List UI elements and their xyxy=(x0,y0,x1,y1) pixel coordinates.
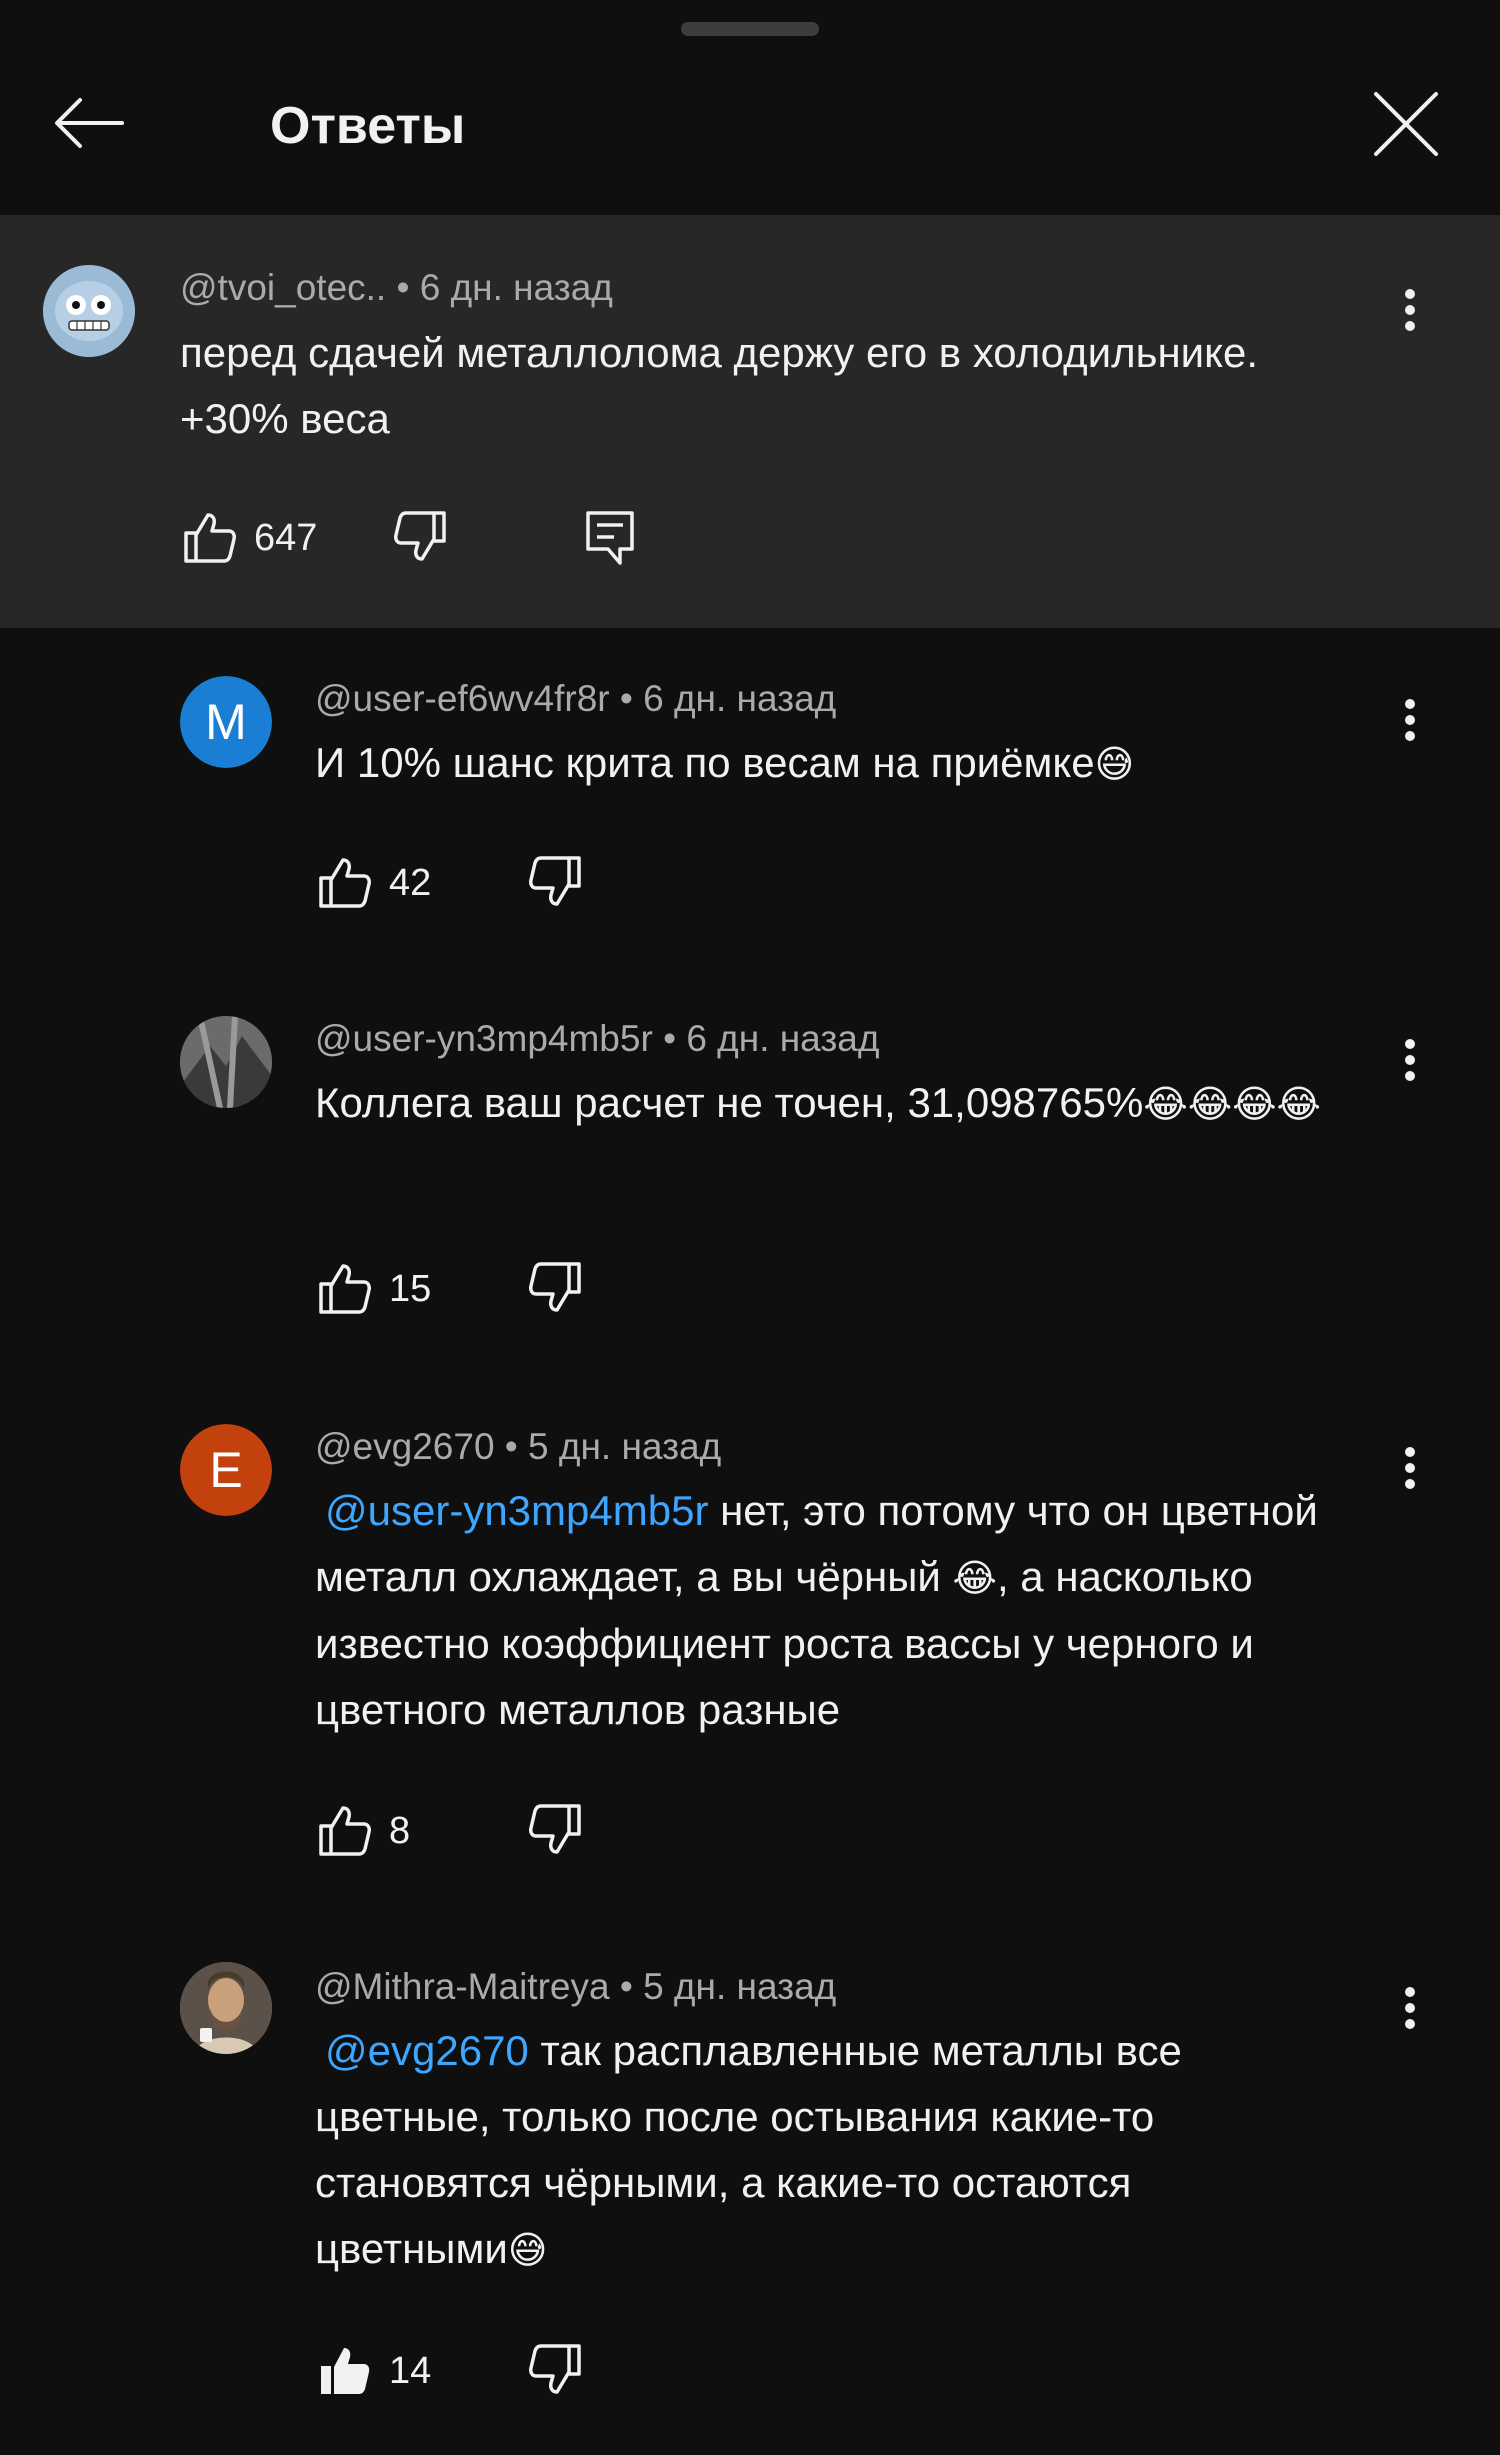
comment-author[interactable]: @evg2670 xyxy=(315,1426,495,1467)
like-count: 14 xyxy=(389,2350,432,2392)
comment-time: 6 дн. назад xyxy=(643,678,837,719)
reply-comment: @user-yn3mp4mb5r • 6 дн. назад Коллега в… xyxy=(0,1000,1500,1380)
comment-actions: 8 xyxy=(315,1800,615,1870)
like-count: 42 xyxy=(389,862,432,904)
avatar-letter-bg: M xyxy=(180,676,272,768)
comment-text: @user-yn3mp4mb5r нет, это потому что он … xyxy=(315,1487,1318,1733)
back-button[interactable] xyxy=(48,88,128,158)
avatar-letter: E xyxy=(209,1442,243,1498)
like-count: 15 xyxy=(389,1268,432,1310)
more-options-button[interactable] xyxy=(1390,1030,1430,1090)
photo-avatar-icon xyxy=(180,1016,272,1108)
thumbs-down-icon xyxy=(529,2344,581,2394)
robot-face-avatar-icon xyxy=(43,265,135,357)
comment-author[interactable]: @user-ef6wv4fr8r xyxy=(315,678,610,719)
dislike-button[interactable] xyxy=(525,1800,585,1860)
thumbs-down-icon xyxy=(529,1804,581,1854)
reply-button[interactable] xyxy=(580,507,640,567)
comment-actions: 14 xyxy=(315,2340,615,2410)
avatar[interactable] xyxy=(180,1016,272,1108)
grinning-sweat-emoji: 😅 xyxy=(1094,742,1135,786)
reply-comment: E @evg2670 • 5 дн. назад @user-yn3mp4mb5… xyxy=(0,1408,1500,1908)
thumbs-down-icon xyxy=(529,1262,581,1312)
comment-author[interactable]: @user-yn3mp4mb5r xyxy=(315,1018,653,1059)
thumbs-up-icon xyxy=(319,1806,371,1856)
mention-link[interactable]: @evg2670 xyxy=(325,2027,529,2074)
comment-actions: 15 xyxy=(315,1258,615,1328)
avatar-letter-bg: E xyxy=(180,1424,272,1516)
like-count: 647 xyxy=(254,517,318,559)
thumbs-up-filled-icon xyxy=(321,2348,370,2394)
thumbs-down-icon xyxy=(394,511,446,561)
comment-text: перед сдачей металлолома держу его в хол… xyxy=(180,329,1258,442)
comment-text: @evg2670 так расплавленные металлы все ц… xyxy=(315,2027,1182,2272)
page-title: Ответы xyxy=(270,97,466,155)
photo-avatar-icon xyxy=(180,1962,272,2054)
avatar[interactable]: M xyxy=(180,676,272,768)
comment-author[interactable]: @Mithra-Maitreya xyxy=(315,1966,610,2007)
avatar[interactable]: E xyxy=(180,1424,272,1516)
replies-header: Ответы xyxy=(0,60,1500,215)
more-vert-icon xyxy=(1405,1039,1415,1081)
dislike-button[interactable] xyxy=(525,2340,585,2400)
tears-of-joy-emoji: 😂😂😂😂 xyxy=(1143,1082,1321,1126)
more-options-button[interactable] xyxy=(1390,280,1430,340)
comment-time: 6 дн. назад xyxy=(686,1018,880,1059)
tears-of-joy-emoji: 😂 xyxy=(952,1556,997,1600)
dislike-button[interactable] xyxy=(525,1258,585,1318)
thumbs-up-icon xyxy=(184,513,236,563)
like-button[interactable] xyxy=(315,852,375,912)
mention-link[interactable]: @user-yn3mp4mb5r xyxy=(325,1487,708,1534)
more-vert-icon xyxy=(1405,289,1415,331)
reply-comment: M @user-ef6wv4fr8r • 6 дн. назад И 10% ш… xyxy=(0,660,1500,960)
comment-text: Коллега ваш расчет не точен, 31,098765%😂… xyxy=(315,1079,1321,1126)
comment-meta: @user-ef6wv4fr8r • 6 дн. назад xyxy=(315,678,837,719)
reply-comment: @Mithra-Maitreya • 5 дн. назад @evg2670 … xyxy=(0,1948,1500,2455)
more-options-button[interactable] xyxy=(1390,1438,1430,1498)
comment-time: 5 дн. назад xyxy=(528,1426,722,1467)
comment-meta: @evg2670 • 5 дн. назад xyxy=(315,1426,722,1467)
like-button[interactable] xyxy=(180,507,240,567)
comment-meta: @tvoi_otec.. • 6 дн. назад xyxy=(180,267,613,308)
reply-comment-icon xyxy=(586,511,634,565)
more-vert-icon xyxy=(1405,699,1415,741)
like-count: 8 xyxy=(389,1810,411,1852)
arrow-left-icon xyxy=(55,98,124,148)
dislike-button[interactable] xyxy=(525,852,585,912)
close-icon xyxy=(1374,92,1438,156)
comment-time: 5 дн. назад xyxy=(643,1966,837,2007)
like-button[interactable] xyxy=(315,1258,375,1318)
comment-meta: @Mithra-Maitreya • 5 дн. назад xyxy=(315,1966,837,2007)
like-button-filled[interactable] xyxy=(315,2340,375,2400)
more-vert-icon xyxy=(1405,1987,1415,2029)
comment-text: И 10% шанс крита по весам на приёмке😅 xyxy=(315,739,1135,786)
thumbs-up-icon xyxy=(319,1264,371,1314)
comment-author[interactable]: @tvoi_otec.. xyxy=(180,267,386,308)
like-button[interactable] xyxy=(315,1800,375,1860)
avatar-letter: M xyxy=(205,694,247,750)
thumbs-up-icon xyxy=(319,858,371,908)
more-options-button[interactable] xyxy=(1390,1978,1430,2038)
close-button[interactable] xyxy=(1368,86,1444,162)
grinning-sweat-emoji: 😅 xyxy=(507,2228,548,2272)
parent-comment: @tvoi_otec.. • 6 дн. назад перед сдачей … xyxy=(0,215,1500,628)
more-options-button[interactable] xyxy=(1390,690,1430,750)
thumbs-down-icon xyxy=(529,856,581,906)
comment-actions: 42 xyxy=(315,852,615,922)
comment-meta: @user-yn3mp4mb5r • 6 дн. назад xyxy=(315,1018,880,1059)
avatar[interactable] xyxy=(43,265,135,357)
more-vert-icon xyxy=(1405,1447,1415,1489)
drag-handle[interactable] xyxy=(681,22,819,36)
dislike-button[interactable] xyxy=(390,507,450,567)
comment-time: 6 дн. назад xyxy=(419,267,613,308)
avatar[interactable] xyxy=(180,1962,272,2054)
comment-actions: 647 xyxy=(180,507,660,577)
